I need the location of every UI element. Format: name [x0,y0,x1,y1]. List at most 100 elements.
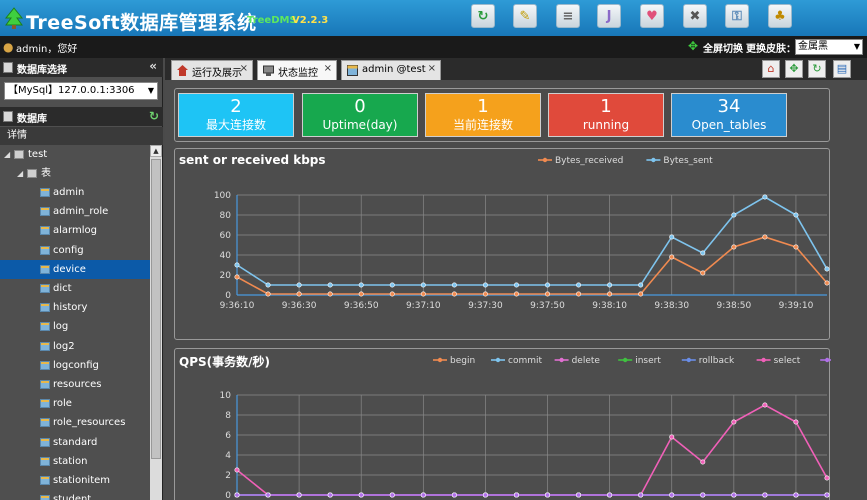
tree-table-history[interactable]: history [0,298,150,317]
db-select-title: 数据库选择 [17,65,67,76]
tree-table-stationitem[interactable]: stationitem [0,471,150,490]
legend-label: delete [572,356,601,366]
data-point [420,492,426,498]
tree-node-root[interactable]: ◢ test [0,145,150,164]
table-icon [40,341,50,351]
tree-table-logconfig[interactable]: logconfig [0,356,150,375]
app-root: TreeSoft数据库管理系统 TreeDMS V2.2.3 ↻ ✎ ≡ J ♥… [0,0,867,500]
hook-icon[interactable]: J [597,4,621,28]
series-line-bytes_sent [236,196,828,286]
user-greeting: admin，您好 [16,44,78,55]
tree-table-role-resources[interactable]: role_resources [0,413,150,432]
data-point [545,492,551,498]
tree-table-station[interactable]: station [0,452,150,471]
monitor-content: 2 最大连接数 0 Uptime(day) 1 当前连接数 1 running … [165,80,867,500]
close-icon[interactable]: × [428,63,436,74]
tree-table-admin-role[interactable]: admin_role [0,202,150,221]
tree-table-config[interactable]: config [0,241,150,260]
collapse-left-icon[interactable]: « [149,59,157,73]
tree-table-standard[interactable]: standard [0,433,150,452]
stats-frame: 2 最大连接数 0 Uptime(day) 1 当前连接数 1 running … [174,88,830,142]
fullscreen-icon[interactable]: ✥ [688,40,700,52]
tree-table-student[interactable]: student [0,490,150,500]
tree-scrollbar[interactable]: ▲ [150,145,162,500]
data-point [669,254,675,260]
tree-table-dict[interactable]: dict [0,279,150,298]
table-icon [40,226,50,236]
tree-node-tables[interactable]: ◢ 表 [0,164,150,183]
close-icon[interactable]: × [324,63,332,74]
legend-marker [825,357,830,363]
table-name: config [53,244,84,256]
chevron-down-icon: ▼ [853,42,860,51]
tree-group-label: 表 [41,168,51,179]
x-tick-label: 9:38:10 [592,301,627,311]
refresh-tree-icon[interactable]: ↻ [149,109,159,123]
expand-icon[interactable]: ◢ [4,145,10,164]
window-icon[interactable]: ▤ [833,60,851,78]
table-name: dict [53,283,72,294]
tab-label: 运行及展示 [192,68,242,79]
database-icon[interactable]: ≡ [556,4,580,28]
stat-value: 2 [230,96,242,117]
y-tick-label: 2 [225,471,231,481]
tree-root-label: test [28,149,48,160]
data-point [607,282,613,288]
tab-label: 状态监控 [278,68,318,79]
data-point [482,492,488,498]
data-point [420,291,426,297]
table-icon [40,476,50,485]
edit-icon[interactable]: ✎ [513,4,537,28]
person-icon: ● [3,40,14,54]
expand-view-icon[interactable]: ✥ [785,60,803,78]
table-icon [40,380,50,389]
data-point [482,282,488,288]
tree-table-log2[interactable]: log2 [0,337,150,356]
chevron-down-icon: ▼ [147,86,154,95]
scroll-up-icon[interactable]: ▲ [150,145,162,157]
tree-table-alarmlog[interactable]: alarmlog [0,221,150,240]
tree-table-admin[interactable]: admin [0,183,150,202]
key-icon[interactable]: ⚿ [725,4,749,28]
expand-icon[interactable]: ◢ [17,164,23,183]
data-point [451,282,457,288]
table-name: log2 [53,340,75,352]
heart-icon[interactable]: ♥ [640,4,664,28]
table-name: role_resources [53,417,126,429]
y-tick-label: 4 [225,451,231,461]
skin-select[interactable]: 金属黑 ▼ [795,39,863,55]
tab-status-monitor[interactable]: 状态监控 × [257,60,337,80]
tab-run-display[interactable]: 运行及展示 × [171,60,253,80]
y-tick-label: 10 [220,391,232,401]
y-tick-label: 8 [225,411,231,421]
app-version: V2.2.3 [292,15,329,26]
y-tick-label: 40 [220,251,232,261]
data-point [669,434,675,440]
close-icon[interactable]: × [240,63,248,74]
tree-table-resources[interactable]: resources [0,375,150,394]
refresh-icon[interactable]: ↻ [808,60,826,78]
x-tick-label: 9:38:50 [716,301,751,311]
tree-table-device[interactable]: device [0,259,150,279]
tab-admin-table[interactable]: admin @test × [341,60,441,80]
data-point [824,280,830,286]
data-point [389,291,395,297]
tree-table-role[interactable]: role [0,394,150,413]
data-point [358,282,364,288]
fullscreen-toggle[interactable]: 全屏切换 [703,40,743,55]
data-point [607,492,613,498]
data-point [731,492,737,498]
scroll-thumb[interactable] [151,159,161,459]
tools-icon[interactable]: ✖ [683,4,707,28]
app-subtitle: TreeDMS [247,15,297,26]
user-icon[interactable]: ♣ [768,4,792,28]
data-point [327,291,333,297]
detail-tab[interactable]: 详情 [0,127,163,145]
home-icon[interactable]: ⌂ [762,60,780,78]
legend-label: commit [508,356,542,366]
refresh-icon[interactable]: ↻ [471,4,495,28]
tree-table-log[interactable]: log [0,317,150,336]
data-point [451,492,457,498]
db-connection-select[interactable]: 【MySql】127.0.0.1:3306 ▼ [4,82,158,100]
y-tick-label: 6 [225,431,231,441]
